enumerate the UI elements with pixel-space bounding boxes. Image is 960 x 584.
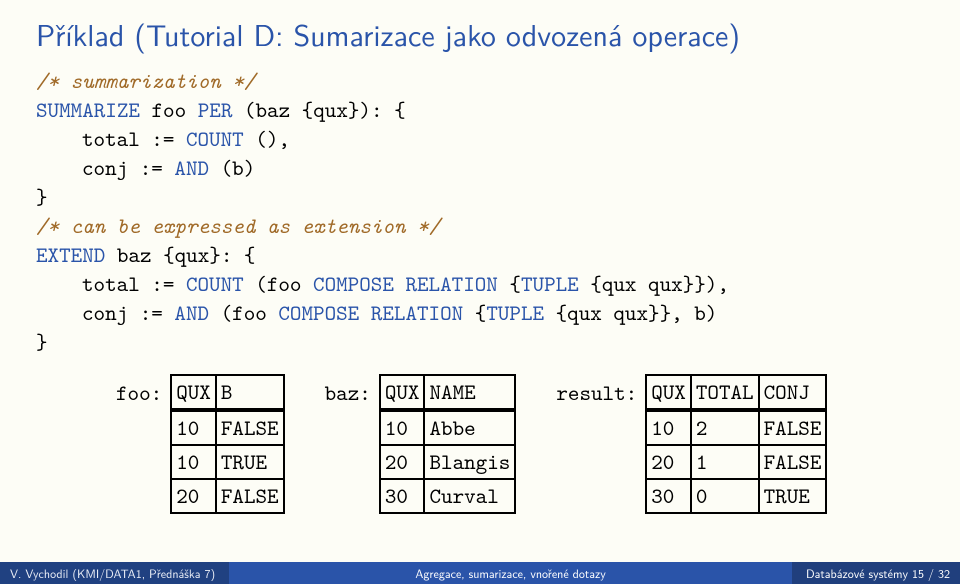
kw-count: COUNT — [186, 269, 244, 298]
kw-summarize: SUMMARIZE — [36, 95, 140, 124]
footer-page: Databázové systémy 15 / 32 — [792, 562, 960, 584]
relation-table: QUX B 10FALSE 10TRUE 20FALSE — [170, 374, 284, 514]
code-text: (b) — [209, 153, 255, 182]
relation-table: QUX TOTAL CONJ 102FALSE 201FALSE 300TRUE — [645, 374, 827, 514]
code-comment: /* summarization */ — [36, 66, 255, 95]
table-label: foo: — [116, 374, 170, 407]
cell: Curval — [424, 479, 515, 513]
cell: 1 — [691, 445, 759, 479]
code-text: (foo — [209, 298, 278, 327]
footer-author: V. Vychodil (KMI/DATA1, Přednáška 7) — [0, 562, 229, 584]
code-text: conj := — [82, 298, 174, 327]
cell: 30 — [380, 479, 425, 513]
cell: FALSE — [216, 410, 284, 445]
footer-title: Agregace, sumarizace, vnořené dotazy — [229, 562, 792, 584]
table-row: 10Abbe — [380, 410, 516, 445]
code-text: } — [36, 327, 48, 356]
col-header: NAME — [424, 375, 515, 410]
code-text: (foo — [244, 269, 313, 298]
cell: 10 — [646, 410, 691, 445]
tables-row: foo: QUX B 10FALSE 10TRUE 20FALSE baz: Q… — [36, 374, 924, 514]
table-row: 201FALSE — [646, 445, 826, 479]
col-header: QUX — [646, 375, 691, 410]
code-text: conj := — [82, 153, 174, 182]
slide: Příklad (Tutorial D: Sumarizace jako odv… — [0, 0, 960, 584]
table-row: 10FALSE — [171, 410, 283, 445]
code-text — [394, 269, 406, 298]
cell: Blangis — [424, 445, 515, 479]
code-block: /* summarization */ SUMMARIZE foo PER (b… — [36, 66, 924, 356]
footer: V. Vychodil (KMI/DATA1, Přednáška 7) Agr… — [0, 562, 960, 584]
code-text: total := — [82, 124, 186, 153]
kw-tuple: TUPLE — [486, 298, 544, 327]
col-header: CONJ — [759, 375, 827, 410]
code-text: { — [463, 298, 486, 327]
code-text: { — [498, 269, 521, 298]
col-header: TOTAL — [691, 375, 759, 410]
kw-and: AND — [174, 298, 209, 327]
code-text: (), — [244, 124, 290, 153]
cell: 10 — [171, 445, 216, 479]
kw-and: AND — [174, 153, 209, 182]
cell: FALSE — [759, 445, 827, 479]
table-row: 20FALSE — [171, 479, 283, 513]
slide-title: Příklad (Tutorial D: Sumarizace jako odv… — [36, 12, 924, 56]
kw-count: COUNT — [186, 124, 244, 153]
code-text: (baz {qux}): { — [232, 95, 405, 124]
kw-relation: RELATION — [405, 269, 497, 298]
code-text: {qux qux}}), — [579, 269, 729, 298]
cell: TRUE — [759, 479, 827, 513]
cell: Abbe — [424, 410, 515, 445]
col-header: B — [216, 375, 284, 410]
cell: TRUE — [216, 445, 284, 479]
table-label: result: — [556, 374, 645, 407]
cell: FALSE — [759, 410, 827, 445]
kw-tuple: TUPLE — [521, 269, 579, 298]
table-row: 10TRUE — [171, 445, 283, 479]
cell: 10 — [171, 410, 216, 445]
cell: 10 — [380, 410, 425, 445]
table-row: 300TRUE — [646, 479, 826, 513]
code-comment: /* can be expressed as extension */ — [36, 211, 440, 240]
kw-compose: COMPOSE — [313, 269, 394, 298]
table-label: baz: — [325, 374, 379, 407]
cell: 20 — [380, 445, 425, 479]
cell: FALSE — [216, 479, 284, 513]
table-foo: foo: QUX B 10FALSE 10TRUE 20FALSE — [116, 374, 285, 514]
code-text: foo — [140, 95, 198, 124]
relation-table: QUX NAME 10Abbe 20Blangis 30Curval — [379, 374, 517, 514]
code-text: total := — [82, 269, 186, 298]
table-row: 102FALSE — [646, 410, 826, 445]
cell: 20 — [171, 479, 216, 513]
table-row: 30Curval — [380, 479, 516, 513]
cell: 0 — [691, 479, 759, 513]
col-header: QUX — [171, 375, 216, 410]
table-row: 20Blangis — [380, 445, 516, 479]
kw-relation: RELATION — [371, 298, 463, 327]
code-text: } — [36, 182, 48, 211]
code-text — [359, 298, 371, 327]
kw-per: PER — [198, 95, 233, 124]
table-result: result: QUX TOTAL CONJ 102FALSE 201FALSE… — [556, 374, 827, 514]
cell: 20 — [646, 445, 691, 479]
table-baz: baz: QUX NAME 10Abbe 20Blangis 30Curval — [325, 374, 517, 514]
kw-extend: EXTEND — [36, 240, 105, 269]
col-header: QUX — [380, 375, 425, 410]
code-text: baz {qux}: { — [105, 240, 255, 269]
cell: 30 — [646, 479, 691, 513]
kw-compose: COMPOSE — [278, 298, 359, 327]
cell: 2 — [691, 410, 759, 445]
code-text: {qux qux}}, b) — [544, 298, 717, 327]
